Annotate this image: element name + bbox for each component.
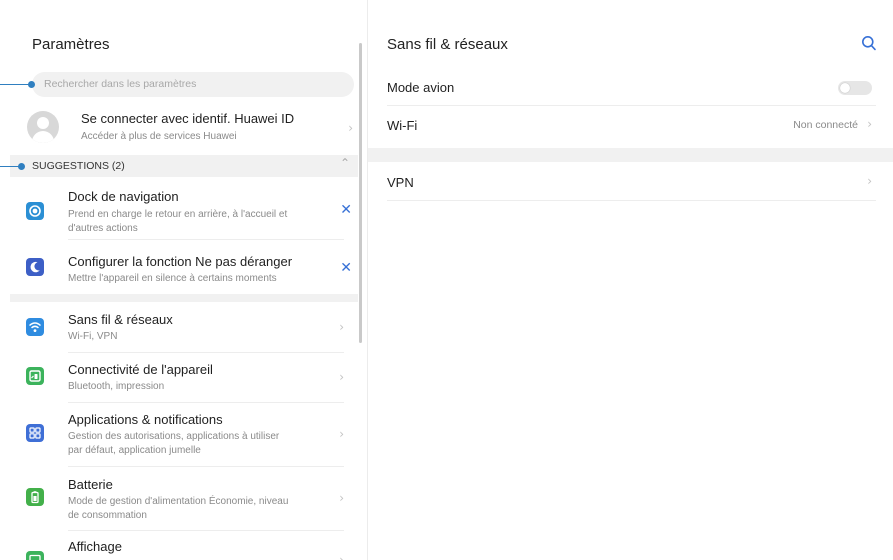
battery-icon xyxy=(26,488,44,506)
suggestions-header[interactable]: SUGGESTIONS (2) ⌃ xyxy=(10,155,358,177)
chevron-right-icon: › xyxy=(867,174,872,188)
wifi-icon xyxy=(26,318,44,336)
item-title: Connectivité de l'appareil xyxy=(68,362,213,377)
apps-icon xyxy=(26,424,44,442)
huawei-id-subtitle: Accéder à plus de services Huawei xyxy=(81,131,237,142)
item-subtitle: Gestion des autorisations, applications … xyxy=(68,431,280,442)
dock-icon xyxy=(26,202,44,220)
callout-line xyxy=(0,84,30,85)
settings-list-pane: Paramètres Rechercher dans les paramètre… xyxy=(10,0,367,560)
detail-title: Sans fil & réseaux xyxy=(387,36,508,53)
airplane-mode-label: Mode avion xyxy=(387,80,455,95)
suggestion-subtitle: Prend en charge le retour en arrière, à … xyxy=(68,209,288,220)
divider xyxy=(387,200,876,201)
search-icon[interactable] xyxy=(861,35,877,57)
connectivity-icon xyxy=(26,367,44,385)
airplane-mode-toggle[interactable] xyxy=(838,81,872,95)
item-title: Affichage xyxy=(68,539,122,554)
vpn-label: VPN xyxy=(387,175,414,190)
item-subtitle-line2: par défaut, application jumelle xyxy=(68,445,201,456)
divider xyxy=(68,239,344,240)
chevron-right-icon: › xyxy=(339,427,344,441)
page-title: Paramètres xyxy=(32,36,110,53)
chevron-right-icon: › xyxy=(339,553,344,560)
suggestion-item-dnd[interactable]: Configurer la fonction Ne pas déranger M… xyxy=(10,246,358,292)
section-divider xyxy=(368,148,893,162)
avatar xyxy=(27,111,59,143)
moon-icon xyxy=(26,258,44,276)
chevron-right-icon: › xyxy=(867,117,872,131)
sidebar-item-wireless[interactable]: Sans fil & réseaux Wi-Fi, VPN › xyxy=(10,302,358,353)
callout-dot xyxy=(18,163,25,170)
item-subtitle: Mode de gestion d'alimentation Économie,… xyxy=(68,496,289,507)
huawei-id-row[interactable]: Se connecter avec identif. Huawei ID Acc… xyxy=(10,103,367,151)
scrollbar[interactable] xyxy=(359,43,362,343)
sidebar-item-apps[interactable]: Applications & notifications Gestion des… xyxy=(10,403,358,467)
callout-line xyxy=(0,166,20,167)
chevron-up-icon[interactable]: ⌃ xyxy=(340,156,350,170)
display-icon xyxy=(26,551,44,560)
callout-dot xyxy=(28,81,35,88)
chevron-right-icon: › xyxy=(339,320,344,334)
suggestion-title: Configurer la fonction Ne pas déranger xyxy=(68,254,293,269)
sidebar-item-display[interactable]: Affichage › xyxy=(10,531,358,560)
item-subtitle-line2: de consommation xyxy=(68,510,147,521)
close-icon[interactable]: ✕ xyxy=(340,202,352,218)
item-subtitle: Bluetooth, impression xyxy=(68,381,165,392)
suggestions-label: SUGGESTIONS (2) xyxy=(32,160,125,172)
suggestion-subtitle-line2: d'autres actions xyxy=(68,223,138,234)
close-icon[interactable]: ✕ xyxy=(340,260,352,276)
sidebar-item-battery[interactable]: Batterie Mode de gestion d'alimentation … xyxy=(10,467,358,531)
suggestion-item-dock[interactable]: Dock de navigation Prend en charge le re… xyxy=(10,180,358,240)
search-input[interactable]: Rechercher dans les paramètres xyxy=(32,72,354,97)
chevron-right-icon: › xyxy=(339,370,344,384)
chevron-right-icon: › xyxy=(339,491,344,505)
item-title: Applications & notifications xyxy=(68,412,223,427)
wifi-status: Non connecté xyxy=(793,119,858,131)
item-subtitle: Wi-Fi, VPN xyxy=(68,331,118,342)
wifi-row[interactable]: Wi-Fi Non connecté › xyxy=(368,106,886,144)
sidebar-item-connectivity[interactable]: Connectivité de l'appareil Bluetooth, im… xyxy=(10,353,358,403)
chevron-right-icon: › xyxy=(348,121,353,135)
suggestion-subtitle: Mettre l'appareil en silence à certains … xyxy=(68,273,277,284)
detail-pane: Sans fil & réseaux Mode avion Wi-Fi Non … xyxy=(367,0,893,560)
huawei-id-title: Se connecter avec identif. Huawei ID xyxy=(81,111,295,126)
item-title: Batterie xyxy=(68,477,113,492)
section-divider xyxy=(10,294,358,302)
suggestion-title: Dock de navigation xyxy=(68,189,179,204)
airplane-mode-row[interactable]: Mode avion xyxy=(368,68,886,106)
vpn-row[interactable]: VPN › xyxy=(368,163,886,201)
wifi-label: Wi-Fi xyxy=(387,118,418,133)
item-title: Sans fil & réseaux xyxy=(68,312,173,327)
